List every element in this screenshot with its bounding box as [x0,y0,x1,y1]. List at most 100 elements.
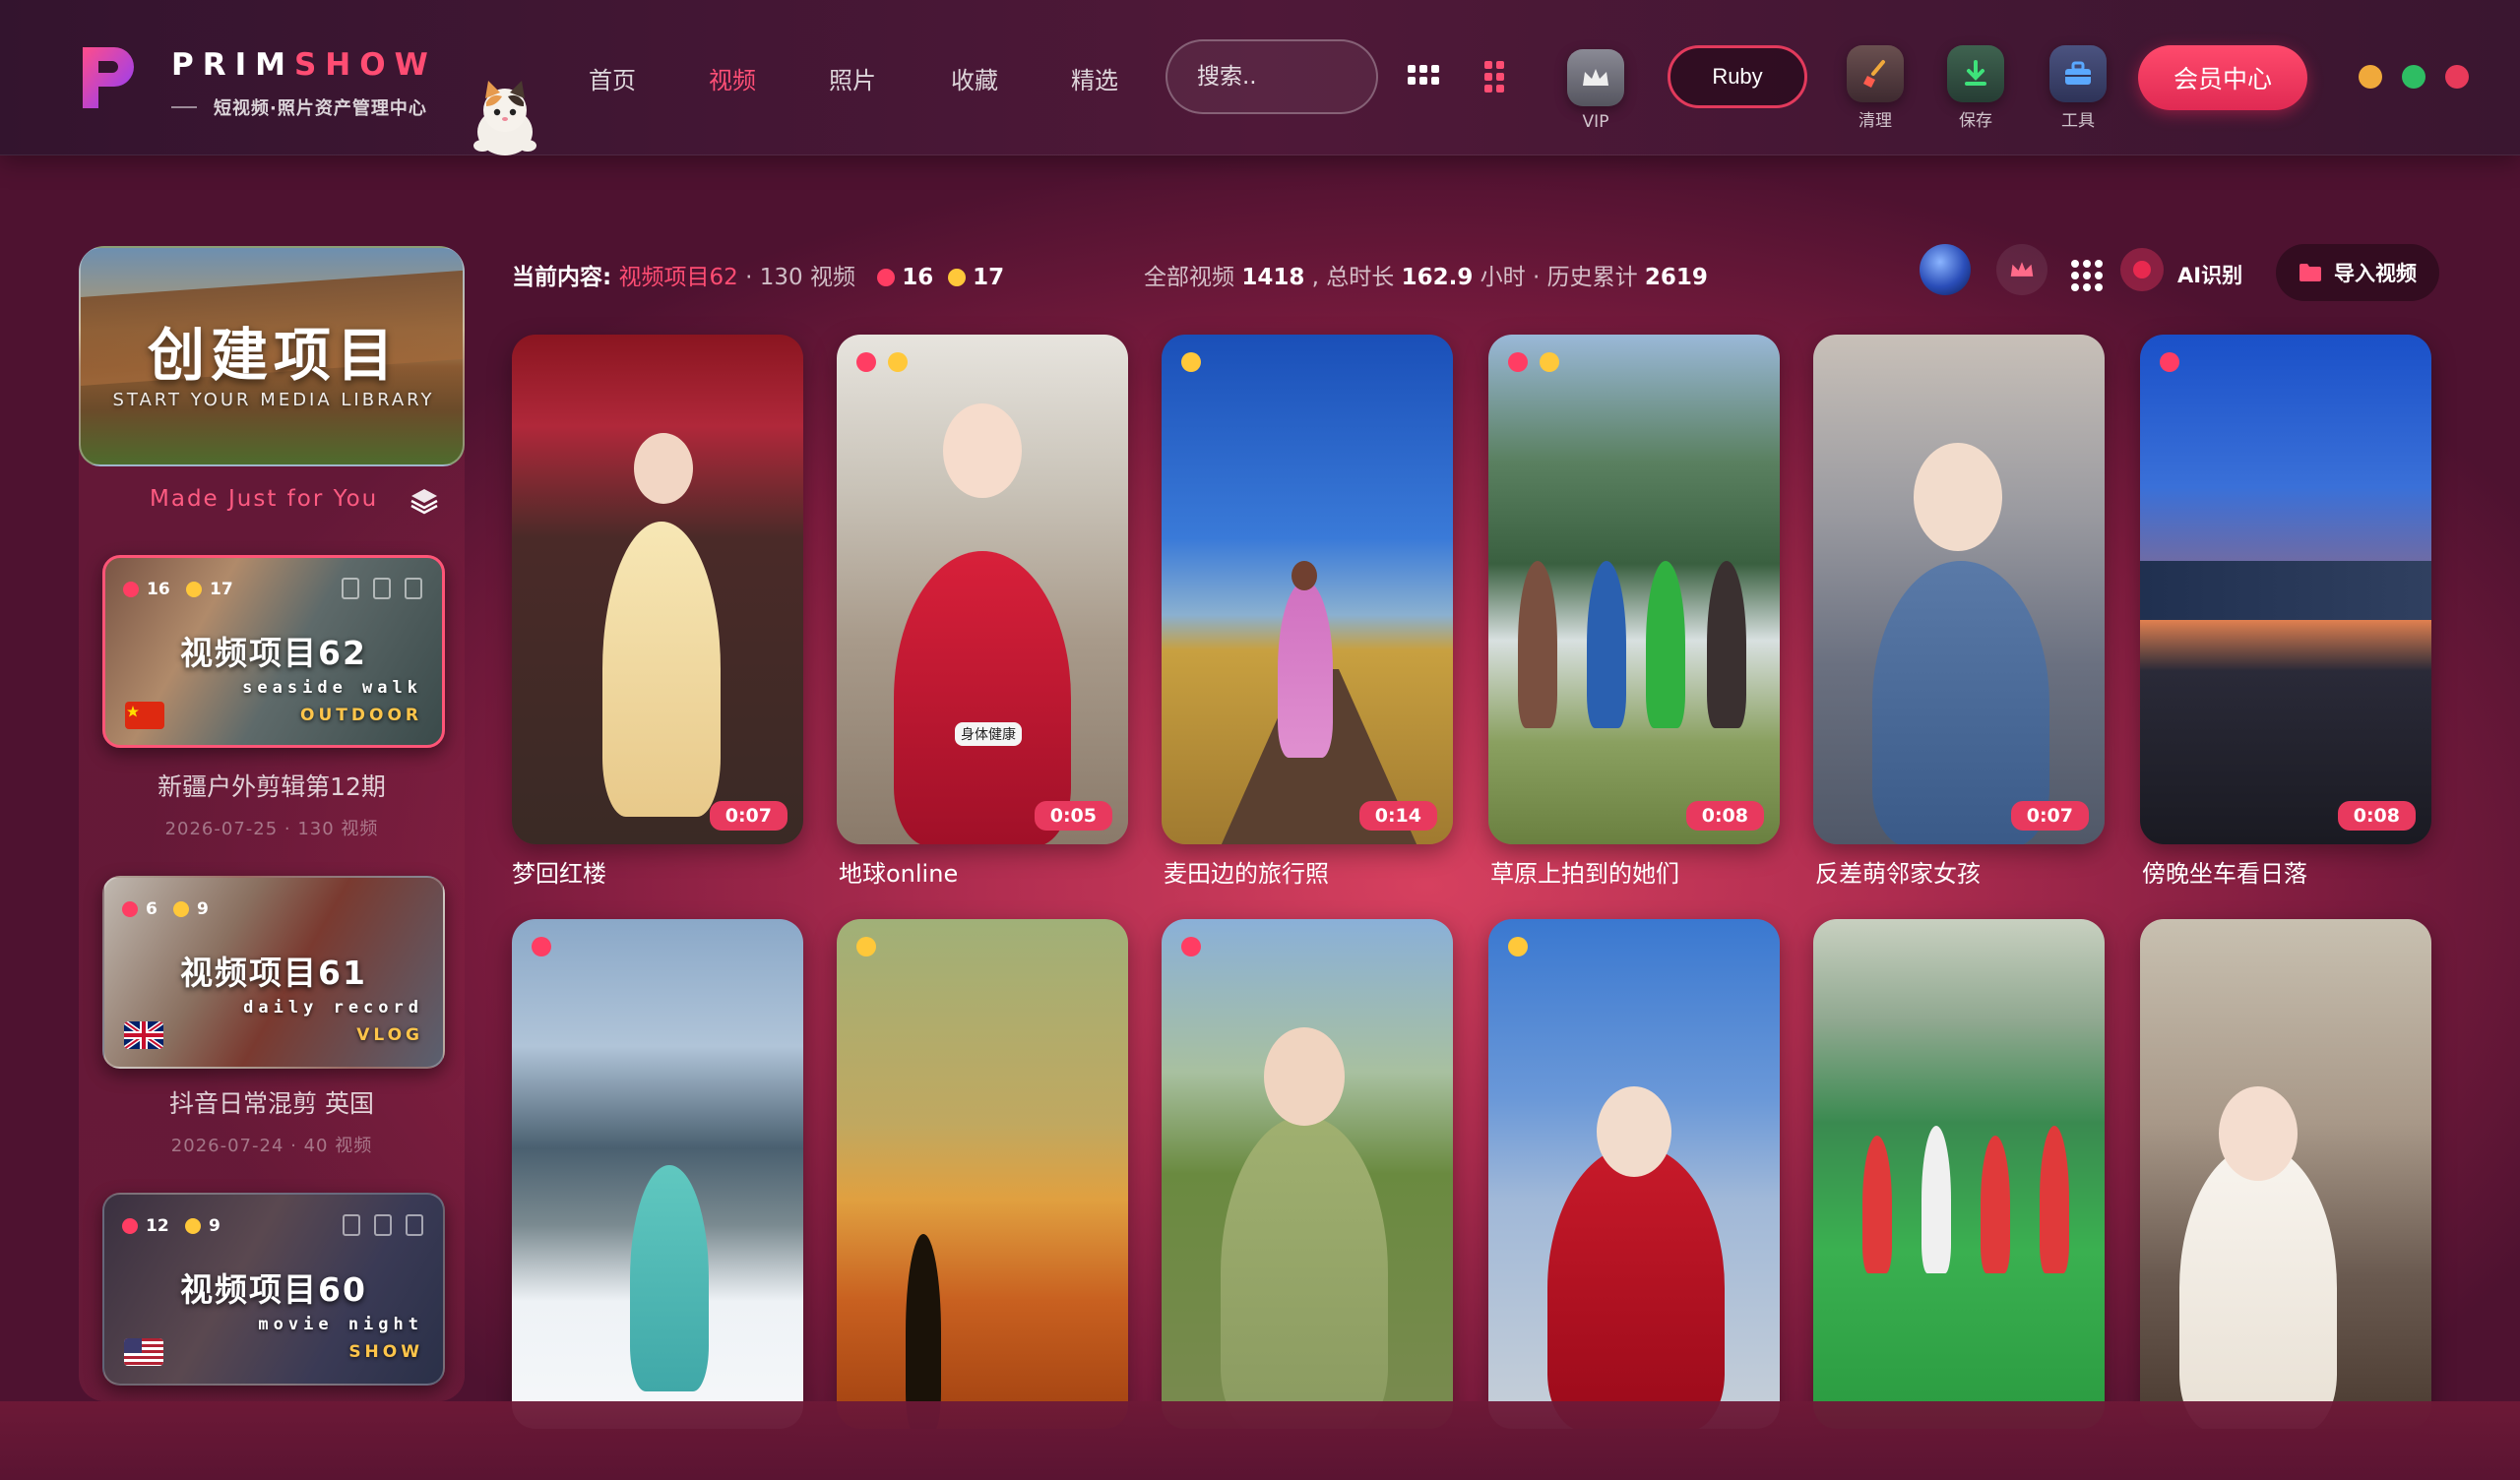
grid-layout-icon[interactable] [2071,260,2103,291]
thumbnail-head [1264,1027,1345,1126]
video-title[interactable]: 傍晚坐车看日落 [2142,854,2307,889]
ruby-button[interactable]: Ruby [1668,45,1807,108]
current-video-count: · 130 视频 [745,265,855,290]
project-title: 视频项目60 [180,1270,367,1309]
yellow-tag-count: 17 [973,265,1005,290]
project-category: VLOG [356,1025,423,1045]
clean-button[interactable] [1847,45,1904,102]
crown-filter-button[interactable] [1996,244,2048,295]
top-bar: PRIMSHOW 短视频·照片资产管理中心 首页 视频 照片 收藏 精选 VIP… [0,0,2520,155]
yellow-tag-dot [1540,352,1559,372]
thumbnail-head [943,403,1022,498]
red-tag-dot [122,1218,138,1234]
video-card[interactable] [1162,919,1453,1429]
project-card-60[interactable]: 12 9 视频项目60 movie night SHOW [102,1193,445,1386]
nav-featured[interactable]: 精选 [1071,61,1118,95]
project-card-icons [342,578,422,599]
project-category: OUTDOOR [300,706,422,725]
thumbnail-overlay-text: 身体健康 [955,722,1022,746]
video-card[interactable] [2140,919,2431,1429]
thumbnail-figure [906,1234,941,1429]
project-card-icons [343,1214,423,1236]
video-card[interactable]: 身体健康 0:05 [837,335,1128,844]
project-title: 视频项目61 [180,954,367,992]
video-card[interactable] [512,919,803,1429]
save-button[interactable] [1947,45,2004,102]
red-tag-dot [1508,352,1528,372]
nav-videos[interactable]: 视频 [709,61,756,95]
thumbnail-figure [2179,1145,2337,1429]
project-category: SHOW [348,1342,423,1362]
video-card[interactable] [1488,919,1780,1429]
yellow-tag-dot [173,901,189,917]
duration-unit-label: 小时 · 历史累计 [1480,265,1638,290]
create-project-card[interactable]: 创建项目 START YOUR MEDIA LIBRARY [79,246,465,466]
all-videos-label: 全部视频 [1144,265,1234,290]
thumbnail-figure [1221,1116,1388,1429]
search-input[interactable] [1166,39,1378,114]
video-title[interactable]: 地球online [839,854,958,889]
video-title[interactable]: 反差萌邻家女孩 [1815,854,1981,889]
video-duration: 0:08 [1685,801,1764,831]
red-tag-dot [532,937,551,956]
member-center-button[interactable]: 会员中心 [2138,45,2307,110]
nav-photos[interactable]: 照片 [829,61,876,95]
crown-icon [1583,69,1608,86]
video-title[interactable]: 草原上拍到的她们 [1490,854,1679,889]
video-card[interactable]: 0:08 [2140,335,2431,844]
thumbnail-head [1914,443,2002,551]
trash-icon[interactable] [406,1214,423,1236]
folder-icon[interactable] [374,1214,392,1236]
grid-view-icon[interactable] [1408,65,1439,85]
project-name: 新疆户外剪辑第12期 [158,772,386,801]
trash-icon[interactable] [405,578,422,599]
ai-recognize-icon[interactable] [2120,248,2164,291]
folder-icon[interactable] [373,578,391,599]
sidebar-tagline: Made Just for You [150,486,379,512]
red-count: 12 [146,1216,169,1236]
thumbnail-head [1292,561,1317,590]
yellow-tag-dot [856,937,876,956]
nav-home[interactable]: 首页 [589,61,636,95]
project-tag-line: daily record [243,998,423,1018]
video-card[interactable]: 0:07 [1813,335,2105,844]
prim-logo-icon[interactable] [77,43,138,112]
thumbnail-figure [630,1165,709,1391]
pin-icon[interactable] [342,578,359,599]
project-card-62[interactable]: 16 17 视频项目62 seaside walk OUTDOOR [102,555,445,748]
video-card[interactable]: 0:07 [512,335,803,844]
close-window-button[interactable] [2445,65,2469,89]
red-count: 6 [146,899,158,919]
project-title: 视频项目62 [180,634,367,672]
thumbnail-figure [1547,1145,1725,1429]
video-card[interactable] [1813,919,2105,1429]
thumbnail-head [634,433,693,504]
import-videos-button[interactable]: 导入视频 [2276,244,2439,301]
video-title[interactable]: 梦回红楼 [512,854,606,889]
video-card[interactable]: 0:08 [1488,335,1780,844]
list-view-icon[interactable] [1484,61,1504,92]
video-card[interactable]: 0:14 [1162,335,1453,844]
vip-label: VIP [1582,112,1609,132]
tools-button[interactable] [2049,45,2107,102]
nav-favorites[interactable]: 收藏 [951,61,998,95]
video-duration: 0:05 [1034,801,1112,831]
tools-label: 工具 [2061,111,2095,131]
pin-icon[interactable] [343,1214,360,1236]
video-card[interactable] [837,919,1128,1429]
uk-flag-icon [124,1021,163,1049]
current-project-link[interactable]: 视频项目62 [619,265,738,290]
project-name: 抖音日常混剪 英国 [169,1089,374,1118]
maximize-window-button[interactable] [2402,65,2426,89]
bottom-edge [0,1401,2520,1480]
project-card-61[interactable]: 6 9 视频项目61 daily record VLOG [102,876,445,1069]
thumbnail-figure [1587,561,1626,728]
yellow-tag-dot [1508,937,1528,956]
globe-icon[interactable] [1920,244,1971,295]
layers-icon[interactable] [410,486,439,516]
vip-button[interactable] [1567,49,1624,106]
minimize-window-button[interactable] [2359,65,2382,89]
ai-recognize-label[interactable]: AI识别 [2177,260,2242,289]
thumbnail-head [2219,1086,2298,1181]
video-title[interactable]: 麦田边的旅行照 [1164,854,1329,889]
